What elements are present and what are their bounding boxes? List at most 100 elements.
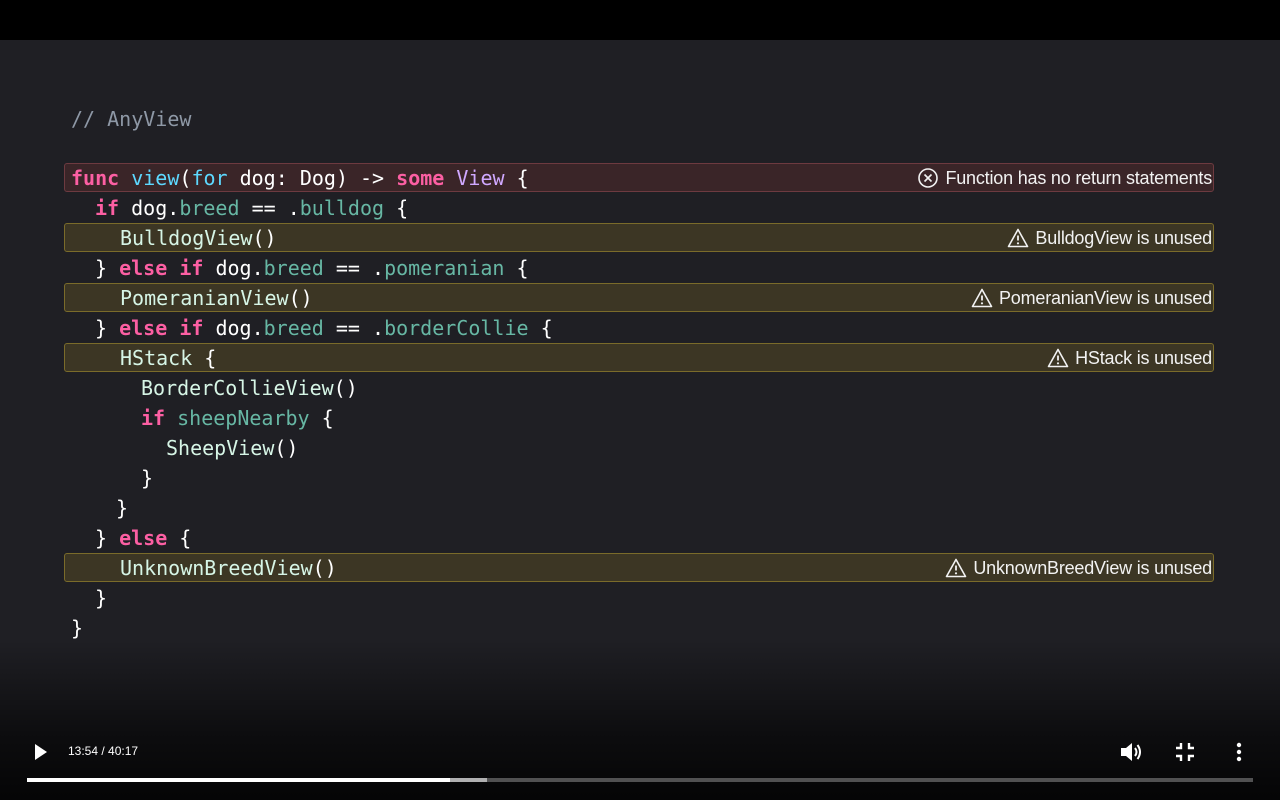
progress-played	[27, 778, 450, 782]
code-token: ()	[312, 556, 337, 580]
code-token: view	[131, 166, 180, 190]
code-token: else	[119, 316, 168, 340]
code-token: Dog	[299, 166, 336, 190]
exit-fullscreen-icon	[1176, 743, 1194, 761]
diagnostic-text: UnknownBreedView is unused	[973, 557, 1212, 578]
code-line: }	[0, 493, 1280, 523]
code-text: if sheepNearby {	[141, 406, 334, 430]
code-token: {	[192, 346, 217, 370]
code-token: }	[95, 256, 120, 280]
diagnostic-text: PomeranianView is unused	[998, 287, 1212, 308]
diagnostic-text: Function has no return statements	[945, 167, 1212, 188]
code-token: BulldogView	[120, 226, 253, 250]
warning-message: PomeranianView is unused	[971, 287, 1212, 309]
code-line: } else if dog.breed == .pomeranian {	[0, 253, 1280, 283]
code-token: dog.	[203, 256, 264, 280]
code-token: {	[504, 166, 529, 190]
code-line: HStack { HStack is unused	[0, 343, 1280, 373]
code-token: SheepView	[166, 436, 275, 460]
code-token: }	[141, 466, 154, 490]
diagnostic-text: HStack is unused	[1075, 347, 1212, 368]
error-circle-x-icon	[918, 168, 939, 188]
code-token: dog.	[203, 316, 264, 340]
code-line: } else {	[0, 523, 1280, 553]
code-token: dog.	[119, 196, 180, 220]
code-token: HStack	[120, 346, 193, 370]
code-token: for	[191, 166, 228, 190]
code-token: sheepNearby	[177, 406, 310, 430]
code-token: {	[528, 316, 553, 340]
code-text: }	[141, 466, 153, 490]
code-line: BorderCollieView()	[0, 373, 1280, 403]
code-token: dog:	[227, 166, 300, 190]
code-text: } else if dog.breed == .pomeranian {	[95, 256, 529, 280]
code-token: PomeranianView	[120, 286, 289, 310]
code-text: }	[95, 586, 107, 610]
code-token: == .	[323, 316, 385, 340]
more-vertical-icon	[1236, 742, 1242, 762]
code-line: }	[0, 463, 1280, 493]
code-text: BulldogView()	[120, 226, 277, 250]
warning-message: BulldogView is unused	[1007, 227, 1212, 249]
code-token: }	[95, 526, 120, 550]
code-token: if	[141, 406, 166, 430]
video-player[interactable]: // AnyView func view(for dog: Dog) -> so…	[0, 0, 1280, 800]
code-token: bulldog	[299, 196, 385, 220]
code-token: }	[95, 586, 108, 610]
diagnostic-text: BulldogView is unused	[1035, 227, 1212, 248]
warning-message: HStack is unused	[1047, 347, 1212, 369]
code-token: ()	[252, 226, 277, 250]
exit-fullscreen-button[interactable]	[1165, 732, 1205, 772]
warning-highlight	[64, 343, 1214, 372]
volume-button[interactable]	[1111, 732, 1151, 772]
code-line: BulldogView() BulldogView is unused	[0, 223, 1280, 253]
code-text: } else if dog.breed == .borderCollie {	[95, 316, 553, 340]
code-token: breed	[263, 256, 324, 280]
code-token: {	[309, 406, 334, 430]
warning-message: UnknownBreedView is unused	[945, 557, 1212, 579]
code-line: PomeranianView() PomeranianView is unused	[0, 283, 1280, 313]
code-token: }	[95, 316, 120, 340]
code-token: ()	[333, 376, 358, 400]
code-line: if sheepNearby {	[0, 403, 1280, 433]
time-display: 13:54 / 40:17	[68, 744, 139, 758]
code-token: == .	[323, 256, 385, 280]
code-line: } else if dog.breed == .borderCollie {	[0, 313, 1280, 343]
code-token: (	[179, 166, 192, 190]
code-token: if	[179, 316, 204, 340]
code-text: }	[71, 616, 83, 640]
code-text: HStack {	[120, 346, 216, 370]
code-token: borderCollie	[384, 316, 529, 340]
code-token: breed	[179, 196, 240, 220]
code-token: UnknownBreedView	[120, 556, 313, 580]
code-line: func view(for dog: Dog) -> some View { Fu…	[0, 163, 1280, 193]
play-button[interactable]	[21, 732, 61, 772]
code-line: }	[0, 583, 1280, 613]
warning-triangle-icon	[971, 288, 993, 308]
code-token: ) ->	[335, 166, 397, 190]
code-token: func	[71, 166, 120, 190]
code-line: SheepView()	[0, 433, 1280, 463]
error-message: Function has no return statements	[917, 167, 1212, 189]
code-token: {	[504, 256, 529, 280]
code-token: if	[179, 256, 204, 280]
code-token: View	[456, 166, 505, 190]
player-controls: 13:54 / 40:17	[0, 730, 1280, 800]
progress-bar[interactable]	[27, 778, 1253, 782]
warning-triangle-icon	[1047, 348, 1069, 368]
play-icon	[35, 744, 47, 760]
more-options-button[interactable]	[1219, 732, 1259, 772]
warning-triangle-icon	[946, 558, 967, 578]
code-token: {	[167, 526, 192, 550]
code-line: if dog.breed == .bulldog {	[0, 193, 1280, 223]
code-text: BorderCollieView()	[141, 376, 358, 400]
code-text: if dog.breed == .bulldog {	[95, 196, 408, 220]
code-token: BorderCollieView	[141, 376, 334, 400]
code-line: }	[0, 613, 1280, 643]
code-token: some	[396, 166, 445, 190]
code-token: breed	[263, 316, 324, 340]
code-token: {	[384, 196, 409, 220]
